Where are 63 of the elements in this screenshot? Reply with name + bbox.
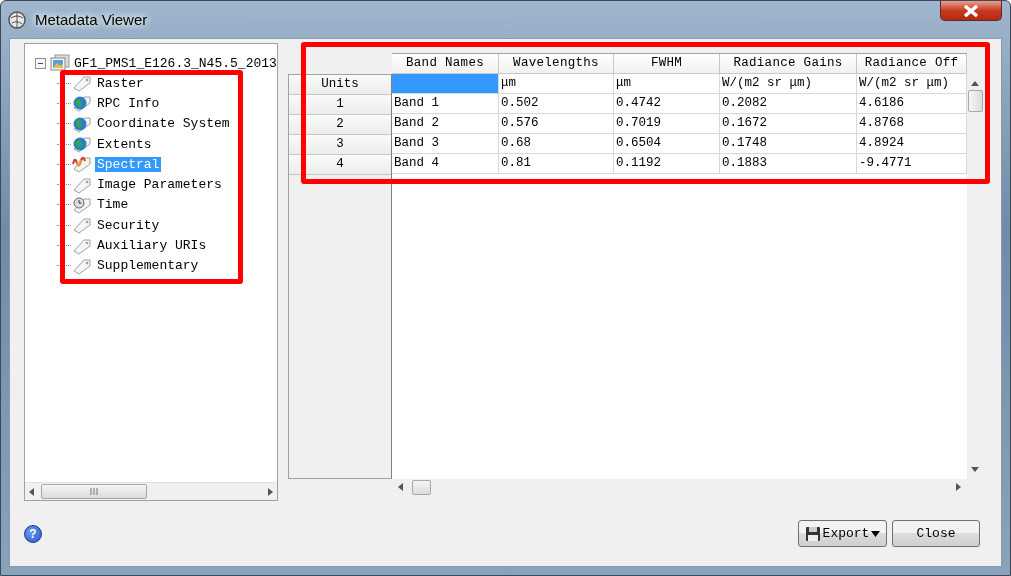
tree-item[interactable]: Extents <box>95 136 154 152</box>
tree-item[interactable]: Security <box>95 217 162 233</box>
table-cell: Band 1 <box>392 94 499 114</box>
scroll-thumb[interactable] <box>967 90 983 112</box>
table-cell: Band 4 <box>392 154 499 174</box>
table-cell: 0.1883 <box>720 154 857 174</box>
table-cell: 0.7019 <box>614 114 720 134</box>
tree-item[interactable]: Image Parameters <box>95 177 224 193</box>
row-header: 4 <box>289 155 391 175</box>
tree-item[interactable]: Coordinate System <box>95 116 232 132</box>
unit-cell[interactable]: μm <box>614 74 720 94</box>
scroll-right-icon[interactable] <box>267 487 273 496</box>
row-header: 1 <box>289 95 391 115</box>
caret-icon <box>871 530 881 537</box>
globe-tag-icon <box>71 94 93 113</box>
table-cell: 0.576 <box>499 114 614 134</box>
table-cell: 0.1672 <box>720 114 857 134</box>
table-cell: 0.4742 <box>614 94 720 114</box>
tree-item[interactable]: Raster <box>95 75 146 91</box>
scroll-left-icon[interactable] <box>398 483 404 491</box>
wave-tag-icon <box>71 155 93 174</box>
scroll-right-icon[interactable] <box>955 483 961 491</box>
tree-item[interactable]: RPC Info <box>95 95 162 111</box>
table-cell: 0.2082 <box>720 94 857 114</box>
table-cell: Band 3 <box>392 134 499 154</box>
image-stack-icon <box>49 54 71 72</box>
table-cell: 0.81 <box>499 154 614 174</box>
table-cell: 0.1192 <box>614 154 720 174</box>
row-header: 2 <box>289 115 391 135</box>
horizontal-scrollbar[interactable] <box>25 482 277 500</box>
unit-cell[interactable]: μm <box>499 74 614 94</box>
tag-icon <box>71 216 93 235</box>
close-icon[interactable] <box>940 1 1002 21</box>
collapse-icon[interactable] <box>35 57 46 69</box>
export-button[interactable]: Export <box>798 520 887 547</box>
globe-tag-icon <box>71 114 93 133</box>
tree-item[interactable]: Supplementary <box>95 258 201 274</box>
tree-item[interactable]: Time <box>95 197 131 213</box>
unit-cell[interactable] <box>392 74 499 94</box>
table-cell: 0.6504 <box>614 134 720 154</box>
tree-root-label[interactable]: GF1_PMS1_E126.3_N45.5_2013 <box>74 55 277 71</box>
scroll-left-icon[interactable] <box>29 487 35 496</box>
scroll-up-icon[interactable] <box>971 80 979 86</box>
window-title: Metadata Viewer <box>35 11 148 28</box>
scroll-thumb[interactable] <box>41 484 147 499</box>
tag-icon <box>71 175 93 194</box>
clock-tag-icon <box>71 195 93 214</box>
table-cell: 0.502 <box>499 94 614 114</box>
unit-cell[interactable]: W/(m2 sr μm) <box>720 74 857 94</box>
row-header: Units <box>289 75 391 95</box>
table-cell: Band 2 <box>392 114 499 134</box>
globe-tag-icon <box>71 135 93 154</box>
app-icon <box>7 9 27 30</box>
table-cell: 0.68 <box>499 134 614 154</box>
table-cell: 0.1748 <box>720 134 857 154</box>
tree-item[interactable]: Auxiliary URIs <box>95 238 209 253</box>
tag-icon <box>71 236 93 255</box>
scroll-down-icon[interactable] <box>971 467 979 473</box>
tag-icon <box>71 74 93 93</box>
close-button[interactable]: Close <box>892 520 980 547</box>
scroll-thumb[interactable] <box>412 479 431 495</box>
tag-icon <box>71 256 93 275</box>
row-header: 3 <box>289 135 391 155</box>
